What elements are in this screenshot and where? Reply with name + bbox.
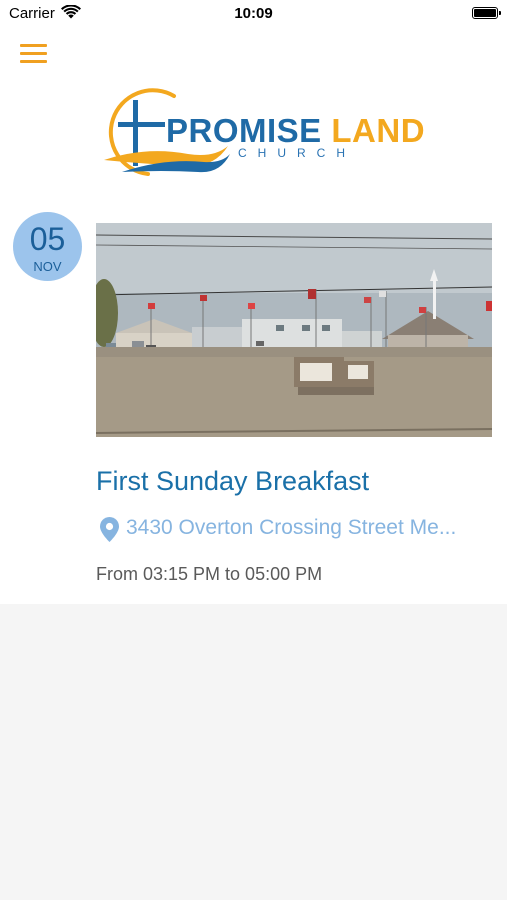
event-day: 05 (29, 221, 66, 257)
logo-subtitle: CHURCH (238, 146, 356, 160)
logo-word-promise: PROMISE (166, 112, 322, 149)
event-time: From 03:15 PM to 05:00 PM (96, 564, 323, 584)
logo-word-land: LAND (331, 112, 426, 149)
status-bar: Carrier 10:09 (0, 0, 507, 28)
logo-wordmark: PROMISE LAND (166, 112, 425, 150)
event-title[interactable]: First Sunday Breakfast (96, 466, 369, 497)
location-text: 3430 Overton Crossing Street Me... (126, 516, 457, 539)
event-location[interactable]: 3430 Overton Crossing Street Me... (100, 514, 495, 544)
status-time: 10:09 (234, 5, 273, 22)
event-month: NOV (33, 259, 62, 274)
church-logo: PROMISE LAND CHURCH (96, 88, 425, 178)
event-date-badge: 05 NOV (13, 212, 82, 281)
event-photo[interactable] (96, 223, 492, 437)
location-pin-icon (100, 517, 119, 542)
battery-icon (472, 7, 501, 19)
hamburger-menu-icon[interactable] (20, 42, 48, 64)
event-card-area: PROMISE LAND CHURCH 05 NOV First Sunday … (0, 28, 507, 604)
